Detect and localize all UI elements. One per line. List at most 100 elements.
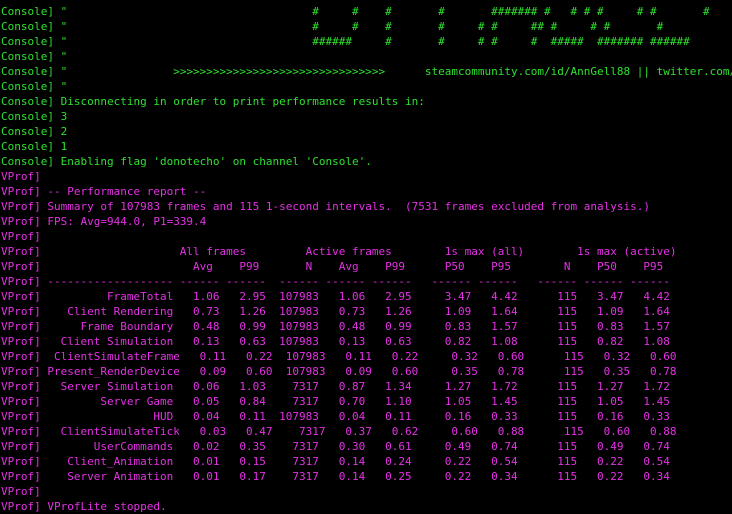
channel-tag: VProf]	[1, 260, 48, 273]
console-line: VProf] Server Animation 0.01 0.17 7317 0…	[0, 469, 732, 484]
console-line: Console] Disconnecting in order to print…	[0, 94, 732, 109]
line-text: FPS: Avg=944.0, P1=339.4	[47, 215, 207, 228]
console-output: Console] " # # # # ####### # # # # # # #…	[0, 4, 732, 514]
console-line: VProf] Server Game 0.05 0.84 7317 0.70 1…	[0, 394, 732, 409]
line-text: -- Performance report --	[47, 185, 207, 198]
console-line: VProf] VProfLite stopped.	[0, 499, 732, 514]
line-text: 1	[60, 140, 68, 153]
console-line: Console] 1	[0, 139, 732, 154]
console-line: VProf] Client_Animation 0.01 0.15 7317 0…	[0, 454, 732, 469]
channel-tag: Console]	[1, 65, 61, 78]
channel-tag: Console]	[1, 155, 61, 168]
channel-tag: Console]	[1, 5, 61, 18]
channel-tag: VProf]	[1, 455, 48, 468]
line-text: Disconnecting in order to print performa…	[60, 95, 425, 108]
console-line: VProf] All frames Active frames 1s max (…	[0, 244, 732, 259]
channel-tag: Console]	[1, 80, 61, 93]
console-line: Console] " >>>>>>>>>>>>>>>>>>>>>>>>>>>>>…	[0, 64, 732, 79]
console-line: VProf] FPS: Avg=944.0, P1=339.4	[0, 214, 732, 229]
channel-tag: VProf]	[1, 245, 48, 258]
channel-tag: VProf]	[1, 320, 48, 333]
line-text: " >>>>>>>>>>>>>>>>>>>>>>>>>>>>>>>> steam…	[60, 65, 732, 78]
line-text: Server Game 0.05 0.84 7317 0.70 1.10 1.0…	[47, 395, 670, 408]
line-text: Client Simulation 0.13 0.63 107983 0.13 …	[47, 335, 670, 348]
line-text: Present_RenderDevice 0.09 0.60 107983 0.…	[47, 365, 677, 378]
channel-tag: VProf]	[1, 485, 48, 498]
line-text: HUD 0.04 0.11 107983 0.04 0.11 0.16 0.33…	[47, 410, 670, 423]
console-line: VProf] Avg P99 N Avg P99 P50 P95 N P50 P…	[0, 259, 732, 274]
console-line: VProf] FrameTotal 1.06 2.95 107983 1.06 …	[0, 289, 732, 304]
console-line: Console] " # # # # # # ## # # # #	[0, 19, 732, 34]
console-line: VProf] Summary of 107983 frames and 115 …	[0, 199, 732, 214]
channel-tag: VProf]	[1, 470, 48, 483]
channel-tag: VProf]	[1, 365, 48, 378]
line-text: Avg P99 N Avg P99 P50 P95 N P50 P95	[47, 260, 664, 273]
channel-tag: Console]	[1, 20, 61, 33]
console-line: VProf] Frame Boundary 0.48 0.99 107983 0…	[0, 319, 732, 334]
console-line: VProf] Client Rendering 0.73 1.26 107983…	[0, 304, 732, 319]
line-text: "	[60, 50, 68, 63]
line-text: 2	[60, 125, 68, 138]
channel-tag: Console]	[1, 35, 61, 48]
channel-tag: VProf]	[1, 275, 48, 288]
console-line: VProf] Client Simulation 0.13 0.63 10798…	[0, 334, 732, 349]
console-line: Console] "	[0, 49, 732, 64]
channel-tag: VProf]	[1, 500, 48, 513]
channel-tag: Console]	[1, 110, 61, 123]
channel-tag: VProf]	[1, 440, 48, 453]
line-text: VProfLite stopped.	[47, 500, 167, 513]
line-text: " # # # # # # ## # # # #	[60, 20, 664, 33]
console-line: VProf] ClientSimulateTick 0.03 0.47 7317…	[0, 424, 732, 439]
line-text: Summary of 107983 frames and 115 1-secon…	[47, 200, 651, 213]
console-line: VProf]	[0, 229, 732, 244]
line-text: UserCommands 0.02 0.35 7317 0.30 0.61 0.…	[47, 440, 670, 453]
line-text: Client_Animation 0.01 0.15 7317 0.14 0.2…	[47, 455, 670, 468]
channel-tag: VProf]	[1, 170, 48, 183]
console-line: Console] 2	[0, 124, 732, 139]
channel-tag: Console]	[1, 50, 61, 63]
line-text: " ###### # # # # # ##### ####### ######	[60, 35, 690, 48]
channel-tag: Console]	[1, 95, 61, 108]
line-text: Client Rendering 0.73 1.26 107983 0.73 1…	[47, 305, 670, 318]
console-line: Console] 3	[0, 109, 732, 124]
line-text: Frame Boundary 0.48 0.99 107983 0.48 0.9…	[47, 320, 670, 333]
channel-tag: VProf]	[1, 380, 48, 393]
channel-tag: VProf]	[1, 230, 48, 243]
line-text: 3	[60, 110, 68, 123]
console-line: VProf]	[0, 169, 732, 184]
line-text: " # # # # ####### # # # # # # #	[60, 5, 710, 18]
line-text: Enabling flag 'donotecho' on channel 'Co…	[60, 155, 372, 168]
line-text: FrameTotal 1.06 2.95 107983 1.06 2.95 3.…	[47, 290, 670, 303]
console-line: VProf] Present_RenderDevice 0.09 0.60 10…	[0, 364, 732, 379]
console-line: VProf] UserCommands 0.02 0.35 7317 0.30 …	[0, 439, 732, 454]
channel-tag: VProf]	[1, 305, 48, 318]
channel-tag: VProf]	[1, 350, 48, 363]
channel-tag: VProf]	[1, 395, 48, 408]
line-text: "	[60, 80, 68, 93]
console-line: Console] "	[0, 79, 732, 94]
line-text: ClientSimulateTick 0.03 0.47 7317 0.37 0…	[47, 425, 677, 438]
line-text: All frames Active frames 1s max (all) 1s…	[47, 245, 677, 258]
channel-tag: VProf]	[1, 215, 48, 228]
channel-tag: VProf]	[1, 290, 48, 303]
console-line: VProf] ------------------- ------ ------…	[0, 274, 732, 289]
line-text: Server Simulation 0.06 1.03 7317 0.87 1.…	[47, 380, 670, 393]
line-text: ClientSimulateFrame 0.11 0.22 107983 0.1…	[47, 350, 677, 363]
channel-tag: Console]	[1, 125, 61, 138]
console-line: VProf]	[0, 484, 732, 499]
channel-tag: VProf]	[1, 200, 48, 213]
console-line: VProf] -- Performance report --	[0, 184, 732, 199]
channel-tag: Console]	[1, 140, 61, 153]
channel-tag: VProf]	[1, 335, 48, 348]
console-line: Console] " ###### # # # # # ##### ######…	[0, 34, 732, 49]
console-line: VProf] HUD 0.04 0.11 107983 0.04 0.11 0.…	[0, 409, 732, 424]
console-line: Console] " # # # # ####### # # # # # # #	[0, 4, 732, 19]
channel-tag: VProf]	[1, 185, 48, 198]
line-text: ------------------- ------ ------ ------…	[47, 275, 670, 288]
console-line: VProf] Server Simulation 0.06 1.03 7317 …	[0, 379, 732, 394]
line-text: Server Animation 0.01 0.17 7317 0.14 0.2…	[47, 470, 670, 483]
channel-tag: VProf]	[1, 425, 48, 438]
console-line: Console] Enabling flag 'donotecho' on ch…	[0, 154, 732, 169]
channel-tag: VProf]	[1, 410, 48, 423]
console-line: VProf] ClientSimulateFrame 0.11 0.22 107…	[0, 349, 732, 364]
